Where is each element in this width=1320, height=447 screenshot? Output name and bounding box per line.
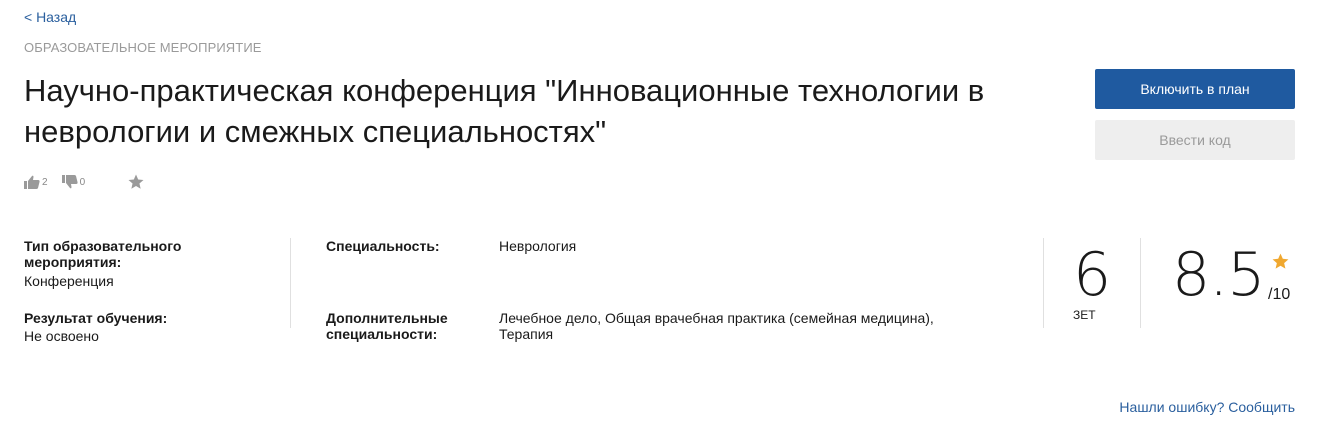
result-value: Не освоено xyxy=(24,328,99,344)
thumbs-down-icon xyxy=(61,175,78,189)
credits-unit: ЗЕТ xyxy=(1073,308,1096,322)
report-error-link[interactable]: Нашли ошибку? Сообщить xyxy=(1119,399,1295,415)
thumbs-up-icon xyxy=(24,175,40,189)
specialty-value: Неврология xyxy=(499,238,577,254)
back-link[interactable]: < Назад xyxy=(24,9,76,25)
type-value: Конференция xyxy=(24,273,114,289)
reactions-bar: 2 0 xyxy=(24,172,145,192)
include-in-plan-button[interactable]: Включить в план xyxy=(1095,69,1295,109)
divider xyxy=(290,238,291,328)
rating-value: 8.5 xyxy=(1172,240,1265,310)
favorite-star-icon[interactable] xyxy=(127,173,145,191)
dislike-button[interactable]: 0 xyxy=(61,175,86,189)
dislike-count: 0 xyxy=(79,176,86,188)
like-button[interactable]: 2 xyxy=(24,175,48,189)
event-category: ОБРАЗОВАТЕЛЬНОЕ МЕРОПРИЯТИЕ xyxy=(24,40,262,55)
like-count: 2 xyxy=(42,176,48,188)
divider xyxy=(1140,238,1141,328)
event-details: Тип образовательного мероприятия: Конфер… xyxy=(0,238,1320,358)
result-label: Результат обучения: xyxy=(24,310,168,326)
specialty-label: Специальность: xyxy=(326,238,440,254)
additional-specialty-label: Дополнительные специальности: xyxy=(326,310,448,342)
enter-code-button[interactable]: Ввести код xyxy=(1095,120,1295,160)
type-label: Тип образовательного мероприятия: xyxy=(24,238,182,270)
rating-max: /10 xyxy=(1268,286,1291,303)
rating-star-icon xyxy=(1272,253,1289,269)
page-title: Научно-практическая конференция "Инновац… xyxy=(24,73,985,149)
credits-value: 6 xyxy=(1073,240,1111,310)
additional-specialty-value: Лечебное дело, Общая врачебная практика … xyxy=(499,310,934,342)
divider xyxy=(1043,238,1044,328)
